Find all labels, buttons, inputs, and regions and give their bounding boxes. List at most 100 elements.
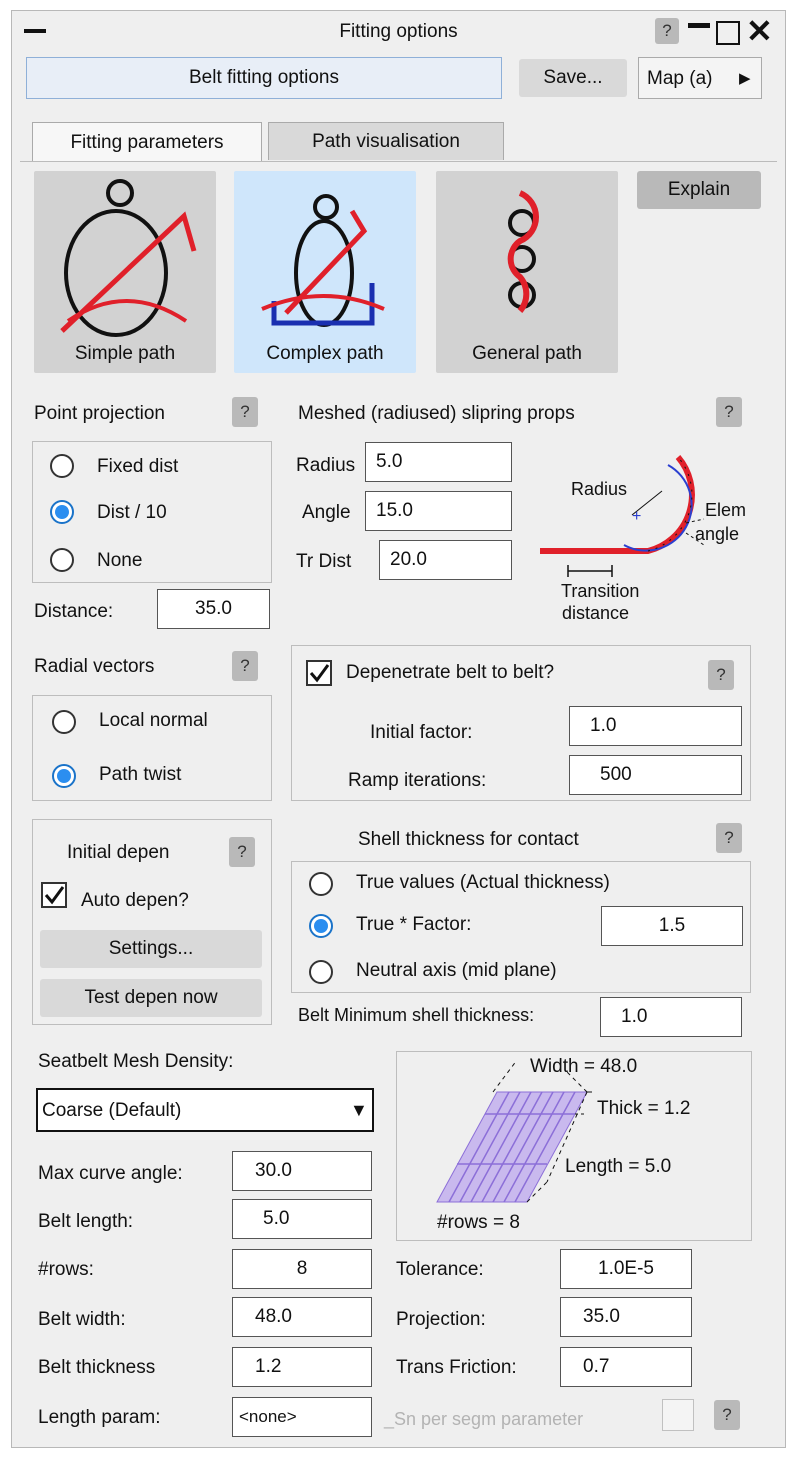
mesh-density-select[interactable]: Coarse (Default) ▼ — [36, 1088, 374, 1132]
true-values-label: True values (Actual thickness) — [356, 872, 610, 893]
belt-thickness-label: Belt thickness — [38, 1357, 156, 1378]
simple-path-icon — [60, 179, 197, 337]
complex-path-tile[interactable]: Complex path — [234, 171, 416, 373]
angle-input[interactable]: 15.0 — [365, 491, 512, 531]
trdist-label: Tr Dist — [296, 551, 352, 572]
trdist-input[interactable]: 20.0 — [379, 540, 512, 580]
initial-depen-title: Initial depen — [67, 842, 170, 863]
belt-length-input[interactable]: 5.0 — [232, 1199, 372, 1239]
settings-button[interactable]: Settings... — [40, 930, 262, 968]
map-button[interactable]: Map (a) ▶ — [638, 57, 762, 99]
radius-label: Radius — [296, 455, 356, 476]
angle-label: Angle — [302, 502, 351, 523]
initial-factor-label: Initial factor: — [370, 722, 473, 743]
belt-width-label: Belt width: — [38, 1309, 126, 1330]
chevron-down-icon: ▼ — [350, 1100, 368, 1120]
sn-per-segm-label: _Sn per segm parameter — [384, 1409, 584, 1429]
svg-text:+: + — [632, 508, 641, 525]
diagram-elem-label: Elem — [705, 500, 747, 520]
complex-path-label: Complex path — [266, 343, 384, 364]
projection-input[interactable]: 35.0 — [560, 1297, 692, 1337]
title-bar: Fitting options ? ✕ — [12, 11, 785, 53]
point-projection-title: Point projection — [34, 403, 165, 424]
sn-help-button[interactable]: ? — [714, 1400, 740, 1430]
neutral-axis-label: Neutral axis (mid plane) — [356, 960, 557, 981]
arrow-right-icon: ▶ — [739, 70, 751, 87]
min-shell-thickness-label: Belt Minimum shell thickness: — [298, 1005, 535, 1025]
mesh-width-label: Width = 48.0 — [530, 1056, 638, 1077]
tab-divider — [20, 161, 777, 162]
belt-thickness-input[interactable]: 1.2 — [232, 1347, 372, 1387]
rows-input[interactable]: 8 — [232, 1249, 372, 1289]
radius-input[interactable]: 5.0 — [365, 442, 512, 482]
min-shell-thickness-input[interactable]: 1.0 — [600, 997, 742, 1037]
radio-true-factor[interactable] — [309, 914, 333, 938]
initial-depen-group: Initial depen ? Auto depen? Settings... … — [32, 819, 272, 1025]
slipring-title: Meshed (radiused) slipring props — [298, 403, 575, 424]
point-projection-group: Fixed dist Dist / 10 None — [32, 441, 272, 583]
diagram-distance-label: distance — [562, 603, 630, 623]
length-param-input[interactable]: <none> — [232, 1397, 372, 1437]
maximize-icon[interactable] — [716, 21, 740, 45]
checkmark-icon — [44, 886, 65, 905]
radio-none[interactable] — [50, 548, 74, 572]
length-param-label: Length param: — [38, 1407, 161, 1428]
radio-true-values[interactable] — [309, 872, 333, 896]
factor-input[interactable]: 1.5 — [601, 906, 743, 946]
trans-friction-label: Trans Friction: — [396, 1357, 517, 1378]
path-twist-label: Path twist — [99, 764, 182, 785]
trans-friction-input[interactable]: 0.7 — [560, 1347, 692, 1387]
radial-vectors-group: Local normal Path twist — [32, 695, 272, 801]
distance-input[interactable]: 35.0 — [157, 589, 270, 629]
initial-depen-help-button[interactable]: ? — [229, 837, 255, 867]
tab-path-visualisation[interactable]: Path visualisation — [268, 122, 504, 160]
dist-10-label: Dist / 10 — [97, 502, 167, 523]
simple-path-tile[interactable]: Simple path — [34, 171, 216, 373]
belt-width-input[interactable]: 48.0 — [232, 1297, 372, 1337]
auto-depen-label: Auto depen? — [81, 890, 189, 911]
mode-selector[interactable]: Belt fitting options — [26, 57, 502, 99]
auto-depen-checkbox[interactable] — [41, 882, 67, 908]
ramp-iterations-label: Ramp iterations: — [348, 770, 487, 791]
shell-thickness-title: Shell thickness for contact — [358, 829, 579, 850]
belt-length-label: Belt length: — [38, 1211, 134, 1232]
none-label: None — [97, 550, 143, 571]
slipring-help-button[interactable]: ? — [716, 397, 742, 427]
depenetrate-checkbox[interactable] — [306, 660, 332, 686]
mesh-density-label: Seatbelt Mesh Density: — [38, 1051, 234, 1072]
sn-per-segm-checkbox[interactable] — [662, 1399, 694, 1431]
radio-fixed-dist[interactable] — [50, 454, 74, 478]
close-icon[interactable]: ✕ — [746, 13, 773, 49]
minimize-icon[interactable] — [688, 23, 710, 28]
distance-label: Distance: — [34, 601, 114, 622]
general-path-icon — [507, 190, 539, 313]
radio-dist-10[interactable] — [50, 500, 74, 524]
explain-button[interactable]: Explain — [637, 171, 761, 209]
radio-neutral-axis[interactable] — [309, 960, 333, 984]
checkmark-icon — [309, 664, 330, 683]
true-factor-label: True * Factor: — [356, 914, 472, 935]
complex-path-icon — [261, 194, 385, 327]
point-projection-help-button[interactable]: ? — [232, 397, 258, 427]
radio-local-normal[interactable] — [52, 710, 76, 734]
diagram-angle-label: angle — [695, 524, 740, 544]
save-button[interactable]: Save... — [519, 59, 627, 97]
depenetrate-group: Depenetrate belt to belt? ? Initial fact… — [291, 645, 751, 801]
mesh-diagram-panel: Width = 48.0 Thick = 1.2 Length = 5.0 #r… — [396, 1051, 752, 1241]
max-curve-input[interactable]: 30.0 — [232, 1151, 372, 1191]
general-path-tile[interactable]: General path — [436, 171, 618, 373]
shell-thickness-help-button[interactable]: ? — [716, 823, 742, 853]
radial-vectors-help-button[interactable]: ? — [232, 651, 258, 681]
ramp-iterations-input[interactable]: 500 — [569, 755, 742, 795]
initial-factor-input[interactable]: 1.0 — [569, 706, 742, 746]
general-path-label: General path — [472, 343, 582, 364]
tolerance-input[interactable]: 1.0E-5 — [560, 1249, 692, 1289]
diagram-radius-label: Radius — [571, 479, 628, 499]
tab-fitting-parameters[interactable]: Fitting parameters — [32, 122, 262, 162]
mesh-rows-label: #rows = 8 — [437, 1212, 520, 1233]
depenetrate-help-button[interactable]: ? — [708, 660, 734, 690]
help-button[interactable]: ? — [655, 18, 679, 44]
simple-path-label: Simple path — [74, 343, 176, 364]
test-depen-button[interactable]: Test depen now — [40, 979, 262, 1017]
radio-path-twist[interactable] — [52, 764, 76, 788]
